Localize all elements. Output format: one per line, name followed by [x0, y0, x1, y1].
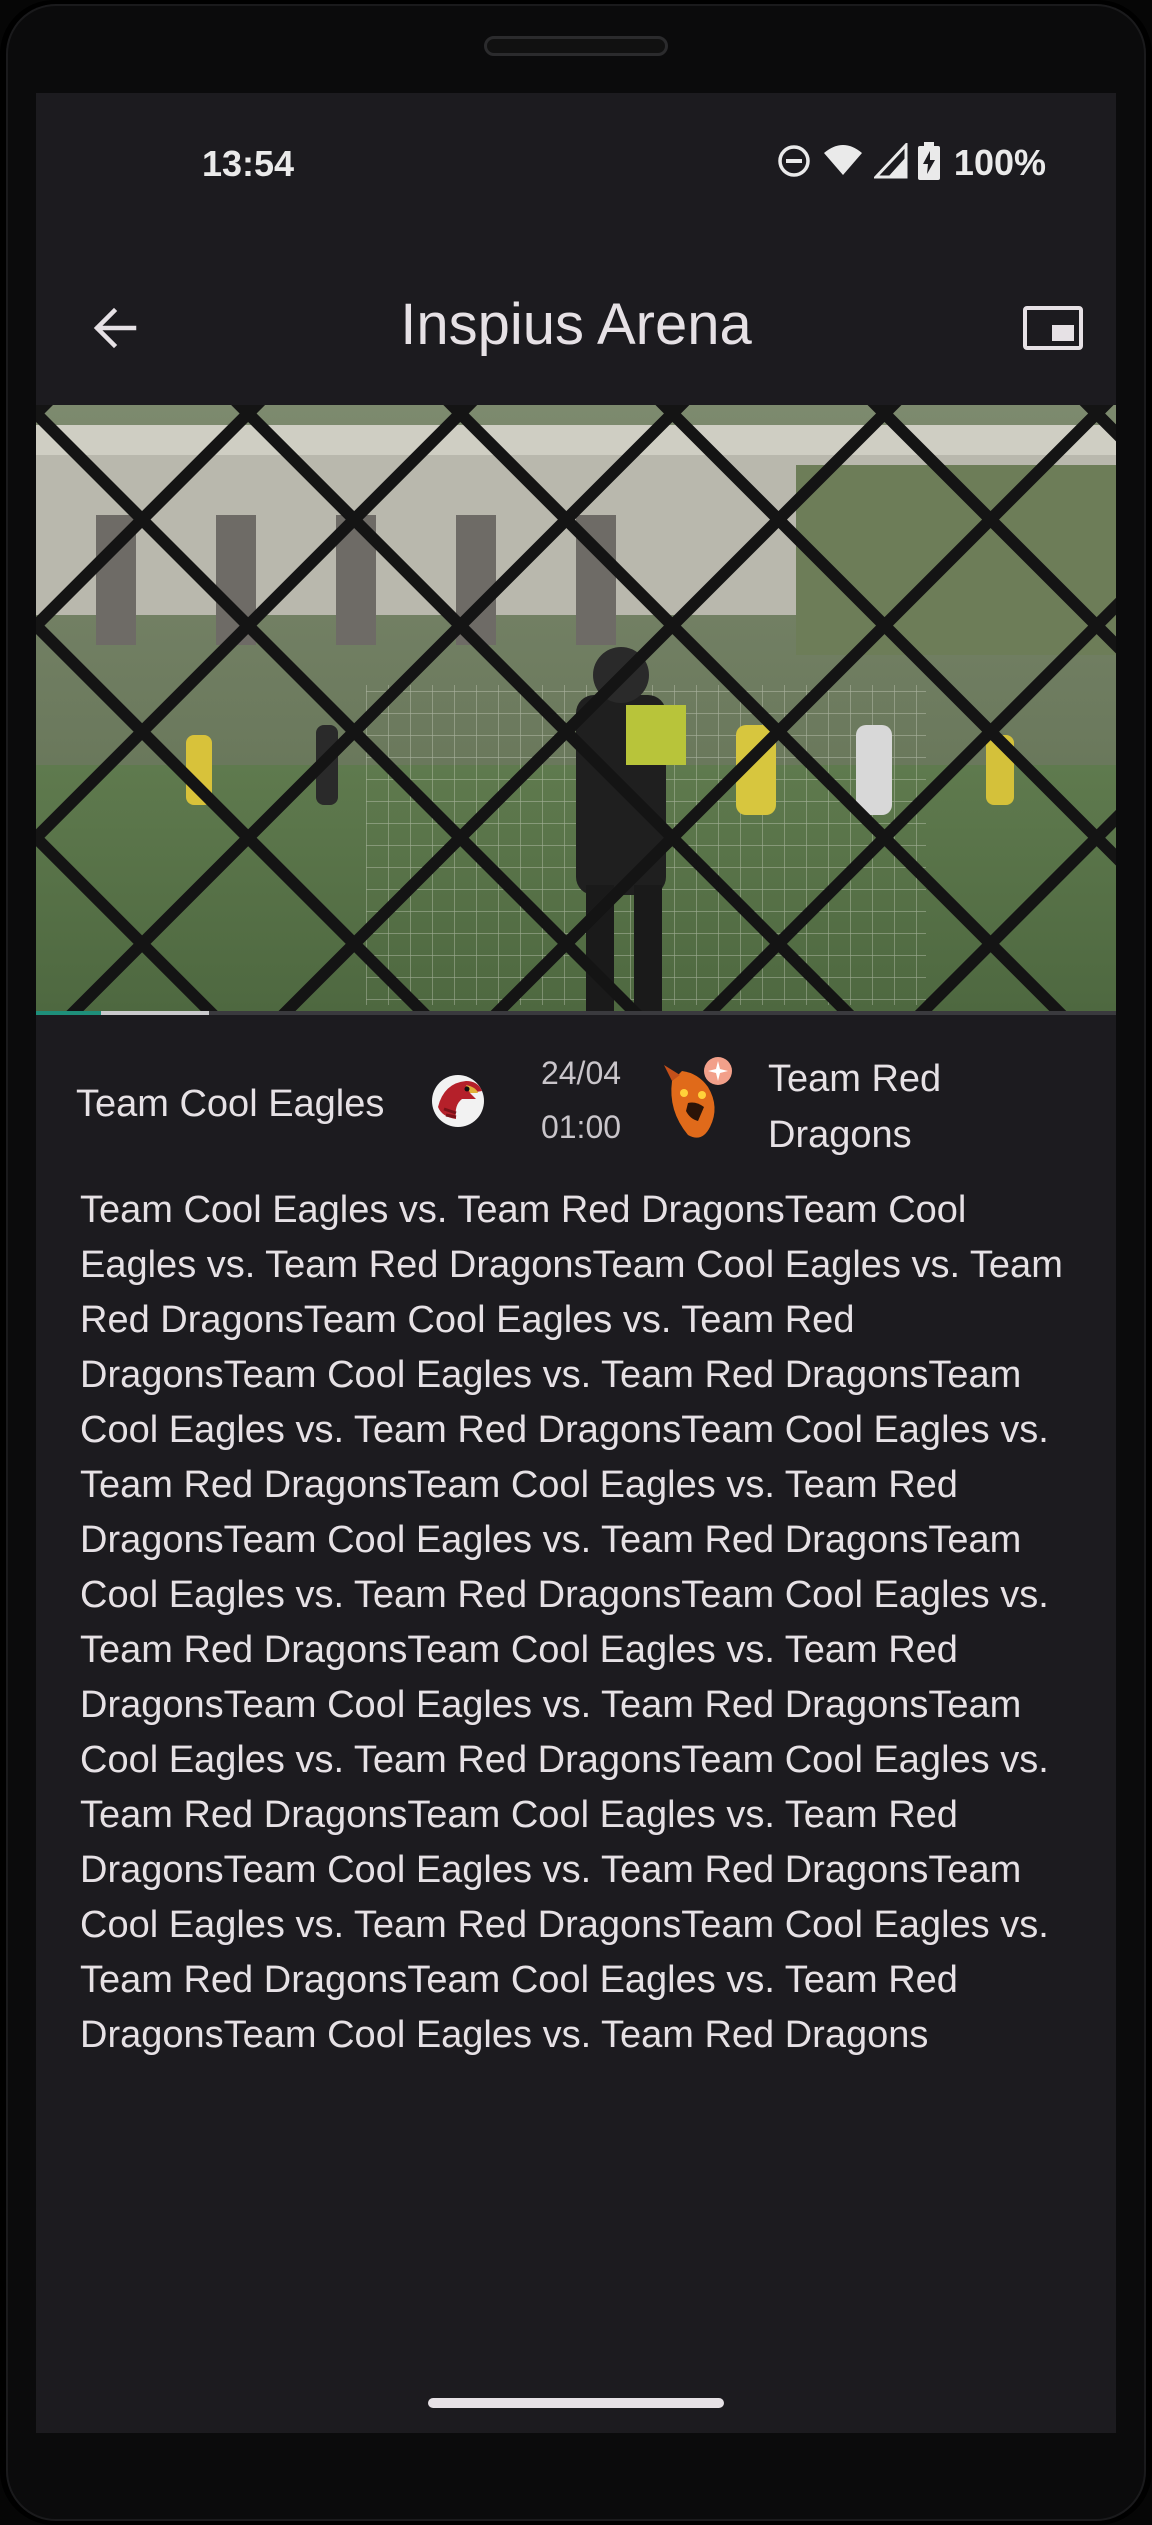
- do-not-disturb-icon: [776, 143, 812, 184]
- video-progress-bar[interactable]: [36, 1011, 1116, 1015]
- dragon-logo-icon: [658, 1051, 738, 1143]
- battery-percent: 100%: [953, 142, 1046, 183]
- eagle-logo-icon: [426, 1069, 490, 1133]
- video-player[interactable]: [36, 405, 1116, 1013]
- earpiece-speaker: [484, 36, 668, 56]
- battery-charging-icon: [917, 141, 940, 185]
- match-date: 24/04: [540, 1055, 622, 1091]
- gesture-home-indicator[interactable]: [428, 2398, 724, 2408]
- match-time: 01:00: [540, 1109, 622, 1145]
- status-icons: 100%: [776, 138, 1046, 188]
- picture-in-picture-icon: [1023, 306, 1083, 350]
- signal-icon: [872, 140, 908, 184]
- progress-buffered: [36, 1011, 101, 1015]
- match-description: Team Cool Eagles vs. Team Red DragonsTea…: [80, 1189, 1063, 2056]
- picture-in-picture-button[interactable]: [1018, 293, 1088, 363]
- away-team-name: Team Red Dragons: [768, 1058, 942, 1156]
- status-time: 13:54: [202, 143, 295, 184]
- match-header: Team Cool Eagles 24/04 01:00 Team Red Dr…: [36, 1043, 1116, 1183]
- phone-frame: 13:54 100% Inspius Arena Team Cool Eagle…: [0, 0, 1152, 2525]
- page-title: Inspius Arena: [400, 292, 752, 357]
- app-screen: 13:54 100% Inspius Arena Team Cool Eagle…: [36, 93, 1116, 2433]
- top-app-bar: Inspius Arena: [36, 253, 1116, 403]
- home-team-name: Team Cool Eagles: [76, 1083, 385, 1125]
- status-bar: 13:54 100%: [36, 93, 1116, 233]
- video-frame: [36, 405, 1116, 1013]
- wifi-icon: [822, 143, 864, 184]
